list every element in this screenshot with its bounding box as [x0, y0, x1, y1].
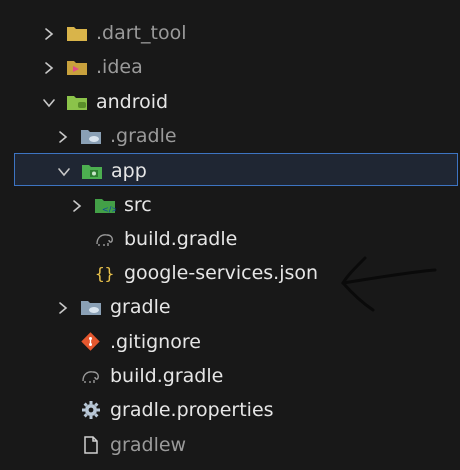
gradle-elephant-icon: [80, 366, 102, 386]
row-label: gradle: [110, 296, 171, 319]
chevron-right-icon[interactable]: [56, 129, 70, 143]
chevron-right-icon[interactable]: [56, 300, 70, 315]
idea-folder-icon: [66, 57, 88, 77]
gradle-elephant-icon: [94, 229, 116, 249]
chevron-down-icon[interactable]: [57, 164, 71, 178]
row-label: .dart_tool: [96, 22, 187, 44]
src-folder-icon: </>: [94, 195, 118, 215]
app-folder-icon: [81, 161, 103, 181]
row-label: .gradle: [110, 124, 177, 147]
folder-row[interactable]: .gradle: [0, 119, 460, 153]
folder-row[interactable]: app: [14, 153, 458, 187]
file-row[interactable]: build.gradle: [0, 359, 460, 393]
gear-icon: [80, 400, 102, 420]
row-label: google-services.json: [124, 262, 319, 285]
folder-icon: [66, 23, 88, 43]
file-icon: [80, 435, 102, 455]
folder-row[interactable]: .idea: [0, 50, 460, 84]
chevron-right-icon[interactable]: [42, 60, 56, 75]
row-label: build.gradle: [110, 365, 224, 387]
row-label: app: [111, 160, 147, 183]
row-label: src: [124, 193, 152, 216]
row-label: gradle.properties: [110, 399, 274, 422]
gradle-folder-icon: [80, 126, 102, 146]
row-label: .gitignore: [110, 330, 201, 353]
row-label: .idea: [96, 56, 143, 79]
file-row[interactable]: gradle.properties: [0, 393, 460, 427]
row-label: build.gradle: [124, 227, 238, 250]
folder-row[interactable]: .dart_tool: [0, 16, 460, 50]
file-row[interactable]: gradlew: [0, 428, 460, 462]
file-explorer-tree: .dart_tool .idea android .gradle app </>…: [0, 0, 460, 470]
row-label: android: [96, 90, 169, 113]
chevron-down-icon[interactable]: [42, 95, 56, 109]
svg-text:</>: </>: [102, 205, 116, 214]
chevron-right-icon[interactable]: [70, 198, 84, 212]
folder-row[interactable]: </> src: [0, 188, 460, 222]
gradle-folder-icon: [80, 297, 102, 317]
chevron-right-icon[interactable]: [42, 26, 56, 40]
svg-text:{}: {}: [95, 264, 114, 283]
git-icon: [80, 331, 102, 352]
annotation-arrow: [341, 256, 437, 312]
row-label: gradlew: [110, 433, 187, 456]
android-folder-icon: [66, 92, 88, 112]
folder-row[interactable]: android: [0, 85, 460, 119]
file-row[interactable]: .gitignore: [0, 325, 460, 359]
json-braces-icon: {}: [94, 263, 116, 283]
